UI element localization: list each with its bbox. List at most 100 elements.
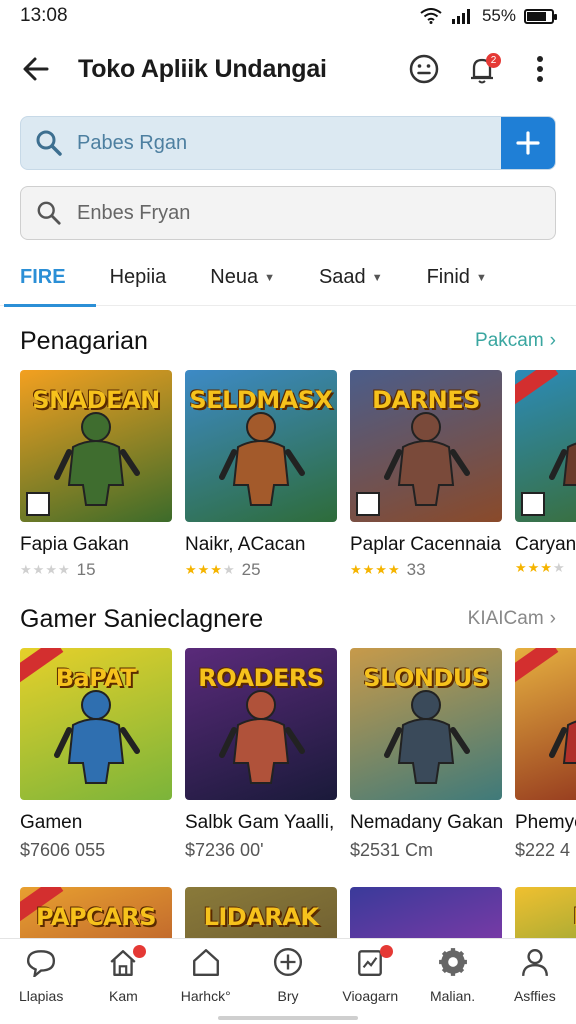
app-price: $7236 00' [185,840,264,860]
plus-icon[interactable] [501,117,555,169]
nav-item-harhck[interactable]: Harhck° [165,947,247,1004]
character-art [381,685,471,790]
app-thumbnail[interactable]: BaPAT [20,648,172,800]
nav-item-bry[interactable]: Bry [247,947,329,1004]
emoji-face-icon[interactable] [406,51,442,87]
game-logo-text: ROADERS [198,664,324,692]
section-title: Gamer Sanieclagnere [20,604,264,633]
rating-badge [521,492,545,516]
primary-search-bar[interactable]: Pabes Rgan [20,116,556,170]
tab-label: Saad [318,266,366,288]
app-card[interactable]: Phemyc $222 4 [515,648,576,861]
chevron-down-icon: ▼ [371,271,383,284]
battery-icon [524,8,557,24]
status-time: 13:08 [20,5,68,26]
app-bar: Toko Apliik Undangai 2 [0,32,576,106]
notification-bell-icon[interactable]: 2 [464,51,501,87]
notification-dot [380,945,394,958]
nav-item-asffies[interactable]: Asffies [494,947,576,1004]
app-thumbnail[interactable] [515,370,576,522]
tab-hepiia[interactable]: Hepiia [110,250,167,306]
person-icon [520,947,550,982]
app-card[interactable]: ROADERS Salbk Gam Yaalli, $7236 00' [185,648,337,861]
app-thumbnail[interactable]: ROADERS [185,648,337,800]
app-card-row: BaPAT Gamen $7606 055 ROADERS Salbk Gam Yaal… [0,648,576,861]
settings-gear-icon [438,947,468,982]
search-icon [21,200,77,226]
tab-fire[interactable]: FIRE [4,250,95,307]
more-vert-icon[interactable] [522,51,558,87]
app-title: Fapia Gakan [20,534,129,555]
app-rating: ★★★★ [515,560,576,576]
app-price: $222 4 [515,840,571,860]
see-more-label: KIAICam [467,608,544,629]
review-count: 25 [241,560,261,579]
search-icon [21,129,77,157]
search-input[interactable]: Pabes Rgan [77,132,501,155]
nav-item-malian[interactable]: Malian. [412,947,494,1004]
game-logo-text: DARNES [372,386,480,414]
game-logo-text: PU [515,903,576,931]
game-logo-text: LIDARAK [203,903,319,931]
game-logo-text: PAPCARS [35,903,157,931]
app-thumbnail[interactable] [515,648,576,800]
app-card[interactable]: DARNES Paplar Cacennaia, ★★★★ 33 [350,370,502,580]
character-art [51,407,141,512]
app-card[interactable]: Caryan ★★★★ [515,370,576,580]
page-title: Toko Apliik Undangai [78,54,327,83]
nav-label: Llapias [18,988,64,1004]
app-card[interactable]: BaPAT Gamen $7606 055 [20,648,172,861]
app-title: Caryan [515,534,576,555]
app-title: Gamen [20,812,83,833]
section-header: Gamer Sanieclagnere KIAICam › [0,590,576,648]
bottom-navigation: Llapias Kam Harhck° Bry Vioagarn Malian. Asffi… [0,938,576,1024]
app-thumbnail[interactable]: DARNES [350,370,502,522]
corner-ribbon [515,648,559,686]
chevron-down-icon: ▼ [264,271,275,284]
star-rating: ★★★★ [515,560,566,575]
nav-item-kam[interactable]: Kam [82,945,164,1004]
review-count: 15 [76,560,96,579]
tab-label: Neua [210,266,259,288]
status-indicators: 55% [420,6,557,26]
game-logo-text: SELDMASX [189,386,333,414]
rating-badge [356,492,380,516]
chevron-right-icon: › [549,608,556,629]
tab-neua[interactable]: Neua ▼ [210,250,275,306]
app-card[interactable]: SELDMASX Naikr, ACacan ★★★★ 25 [185,370,337,580]
nav-label: Vioagarn [342,988,399,1004]
secondary-search-bar[interactable]: Enbes Fryan [20,186,556,240]
chat-bubble-icon [26,947,56,982]
tab-finid[interactable]: Finid ▼ [427,250,487,306]
app-card[interactable]: SLONDUS Nemadany Gakan. $2531 Cm [350,648,502,861]
see-more-link[interactable]: Pakcam › [475,330,556,352]
app-price: $2531 Cm [350,840,434,860]
app-rating: ★★★★ 33 [350,560,502,580]
secondary-search-input[interactable]: Enbes Fryan [77,202,190,225]
tab-saad[interactable]: Saad ▼ [319,250,383,306]
character-art [216,685,306,790]
arrow-left-icon[interactable] [18,51,54,87]
app-card[interactable]: SNADEAN Fapia Gakan ★★★★ 15 [20,370,172,580]
home-indicator [218,1016,358,1020]
app-thumbnail[interactable]: SNADEAN [20,370,172,522]
app-price: $7606 055 [20,840,106,860]
app-card-row: SNADEAN Fapia Gakan ★★★★ 15 SELDMASX Naikr, A… [0,370,576,580]
nav-label: Asffies [513,988,556,1004]
character-art [381,407,471,512]
app-thumbnail[interactable]: SELDMASX [185,370,337,522]
star-rating: ★★★★ [350,562,401,577]
character-art [546,685,576,790]
battery-level [527,11,546,21]
nav-label: Harhck° [180,988,231,1004]
status-bar: 13:08 55% [0,0,576,32]
character-art [216,407,306,512]
nav-item-vioagarn[interactable]: Vioagarn [329,945,411,1004]
chevron-down-icon: ▼ [475,271,487,284]
section-header: Penagarian Pakcam › [0,312,576,370]
app-thumbnail[interactable]: SLONDUS [350,648,502,800]
tab-label: Finid [426,266,470,288]
see-more-link[interactable]: KIAICam › [468,608,556,630]
app-rating: ★★★★ 15 [20,560,172,580]
nav-item-llapias[interactable]: Llapias [0,947,82,1004]
